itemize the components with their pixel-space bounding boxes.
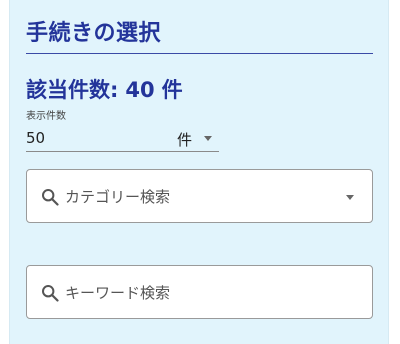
per-page-select[interactable]: 50 件 <box>26 126 219 152</box>
keyword-search-placeholder: キーワード検索 <box>65 284 171 302</box>
per-page-unit: 件 <box>177 131 193 149</box>
procedure-select-panel: 手続きの選択 該当件数: 40 件 表示件数 50 件 カテゴリー検索 キーワード検… <box>9 0 389 344</box>
result-count-label: 該当件数: <box>26 78 119 102</box>
keyword-search-field[interactable]: キーワード検索 <box>26 265 373 319</box>
title-underline <box>26 53 373 54</box>
per-page-value: 50 <box>26 129 46 147</box>
result-count-value: 40 <box>125 78 155 102</box>
search-icon <box>42 189 59 206</box>
chevron-down-icon <box>204 136 212 141</box>
chevron-down-icon[interactable] <box>346 195 354 200</box>
category-search-field[interactable]: カテゴリー検索 <box>26 169 373 223</box>
panel-title: 手続きの選択 <box>26 21 162 46</box>
search-icon <box>42 285 59 302</box>
result-count: 該当件数: 40 件 <box>26 76 183 104</box>
category-search-placeholder: カテゴリー検索 <box>65 188 171 206</box>
result-count-unit: 件 <box>161 78 183 102</box>
per-page-caption: 表示件数 <box>26 111 66 122</box>
